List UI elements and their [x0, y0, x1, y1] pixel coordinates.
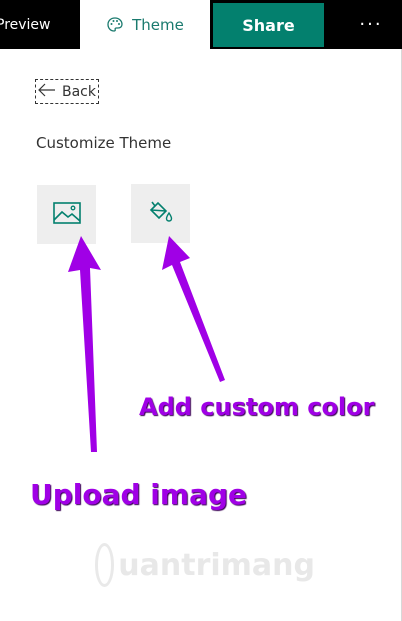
annotation-add-custom-color: Add custom color [139, 393, 375, 421]
arrow-to-color-tile [162, 236, 225, 382]
lightbulb-icon [95, 543, 115, 587]
arrow-to-image-tile [68, 236, 101, 452]
watermark: uantrimang [95, 540, 315, 590]
watermark-text: uantrimang [118, 547, 315, 583]
annotation-arrows [68, 236, 225, 452]
annotation-upload-image: Upload image [30, 478, 247, 511]
